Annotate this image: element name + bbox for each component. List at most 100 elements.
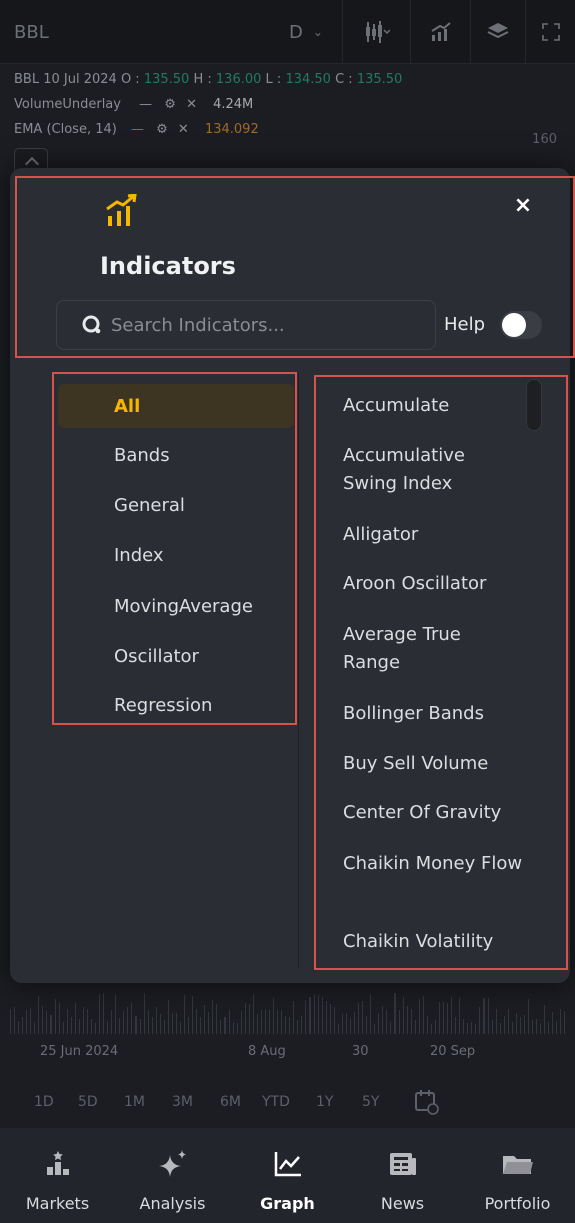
volume-bar <box>260 1010 262 1034</box>
indicator-item[interactable]: Alligator <box>343 521 523 549</box>
range-option[interactable]: 5Y <box>362 1094 379 1110</box>
nav-graph[interactable]: Graph <box>230 1128 345 1223</box>
indicator-item[interactable]: Aroon Oscillator <box>343 570 523 598</box>
layers-button[interactable] <box>470 0 525 64</box>
range-option[interactable]: 3M <box>172 1094 193 1110</box>
ema-legend: EMA (Close, 14) — ⚙ ✕ 134.092 <box>14 122 259 137</box>
analysis-icon <box>153 1146 193 1182</box>
volume-bar <box>353 1012 356 1034</box>
category-bands[interactable]: Bands <box>58 433 294 477</box>
ema-name: EMA (Close, 14) <box>14 122 117 137</box>
calendar-icon[interactable] <box>414 1088 440 1116</box>
indicator-item[interactable]: Average True Range <box>343 621 523 677</box>
volume-bar <box>329 1004 331 1034</box>
close-button[interactable]: × <box>508 190 538 220</box>
search-icon <box>82 315 101 334</box>
volume-bar <box>552 1012 554 1034</box>
volume-bar <box>273 998 275 1034</box>
volume-bar <box>103 993 105 1034</box>
volume-bar <box>155 1007 157 1034</box>
volume-bar <box>532 1020 534 1034</box>
ema-value: 134.092 <box>204 122 259 137</box>
category-oscillator[interactable]: Oscillator <box>58 634 294 678</box>
indicator-item[interactable]: Chaikin Money Flow <box>343 850 523 878</box>
volume-bar <box>540 1024 542 1034</box>
category-all[interactable]: All <box>58 384 294 428</box>
modal-title: Indicators <box>100 252 236 280</box>
indicator-item[interactable]: Accumulate <box>343 392 523 420</box>
volume-bar <box>483 998 485 1034</box>
remove-icon[interactable]: ✕ <box>178 122 189 137</box>
volume-bar <box>544 1005 546 1034</box>
news-icon <box>383 1146 423 1182</box>
category-general[interactable]: General <box>58 483 294 527</box>
gear-icon[interactable]: ⚙ <box>164 97 176 112</box>
volume-bar <box>459 998 461 1034</box>
open-value: 135.50 <box>143 72 190 87</box>
nav-label: Markets <box>25 1194 90 1213</box>
volume-bar <box>78 1019 80 1034</box>
help-toggle[interactable] <box>500 311 542 339</box>
volume-bar <box>503 1016 505 1034</box>
open-label: O : <box>120 72 140 87</box>
portfolio-icon <box>498 1146 538 1182</box>
indicators-icon <box>106 194 137 226</box>
volume-bar <box>337 1024 339 1034</box>
indicator-item[interactable]: Center Of Gravity <box>343 799 523 827</box>
nav-label: Portfolio <box>484 1194 551 1213</box>
volume-bar <box>196 1009 198 1034</box>
range-option[interactable]: 1M <box>124 1094 145 1110</box>
category-index[interactable]: Index <box>58 533 294 577</box>
volume-bar <box>305 1000 307 1034</box>
scrollbar[interactable] <box>526 379 542 431</box>
panel-divider <box>298 372 299 968</box>
volume-bar <box>378 1013 380 1034</box>
volume-bar <box>163 1020 165 1034</box>
remove-icon[interactable]: ✕ <box>186 97 197 112</box>
indicator-item[interactable]: Buy Sell Volume <box>343 750 523 778</box>
indicator-item[interactable]: Chaikin Volatility <box>343 928 523 956</box>
interval-dropdown[interactable]: D ⌄ <box>270 0 342 64</box>
search-field[interactable] <box>56 300 436 350</box>
indicators-button[interactable] <box>410 0 470 64</box>
fullscreen-icon <box>541 23 560 41</box>
volume-bar <box>269 1010 271 1034</box>
volume-bar <box>285 1016 287 1034</box>
gear-icon[interactable]: ⚙ <box>156 122 168 137</box>
volume-bar <box>317 995 319 1034</box>
symbol-label[interactable]: BBL <box>14 22 49 43</box>
nav-analysis[interactable]: Analysis <box>115 1128 230 1223</box>
indicator-item[interactable]: Bollinger Bands <box>343 700 523 728</box>
volume-bar <box>467 1023 469 1034</box>
volume-bar <box>556 1021 558 1034</box>
category-regression[interactable]: Regression <box>58 683 294 727</box>
range-option[interactable]: 6M <box>220 1094 241 1110</box>
range-option[interactable]: 5D <box>78 1094 98 1110</box>
low-value: 134.50 <box>285 72 331 87</box>
nav-news[interactable]: News <box>345 1128 460 1223</box>
nav-markets[interactable]: Markets <box>0 1128 115 1223</box>
volume-bar <box>54 999 56 1034</box>
volume-bar <box>418 999 420 1034</box>
volume-bar <box>333 1007 335 1034</box>
nav-label: Graph <box>260 1194 315 1213</box>
volume-bar <box>86 1009 88 1034</box>
range-option[interactable]: 1Y <box>316 1094 333 1110</box>
volume-bar <box>479 1007 481 1034</box>
volume-bar <box>14 1007 16 1034</box>
fullscreen-button[interactable] <box>525 0 575 64</box>
category-movingaverage[interactable]: MovingAverage <box>58 584 294 628</box>
range-option[interactable]: YTD <box>262 1094 290 1110</box>
range-option[interactable]: 1D <box>34 1094 54 1110</box>
volume-bar <box>74 1003 76 1034</box>
chart-type-button[interactable] <box>342 0 410 64</box>
search-input[interactable] <box>111 314 411 336</box>
volume-bar <box>511 1022 513 1034</box>
nav-portfolio[interactable]: Portfolio <box>460 1128 575 1223</box>
close-icon: × <box>513 192 533 218</box>
indicator-item[interactable]: Accumulative Swing Index <box>343 442 523 498</box>
volume-bar <box>244 1003 246 1034</box>
volume-bar <box>82 1007 84 1034</box>
volume-bar <box>192 996 194 1034</box>
volume-bar <box>188 1017 190 1034</box>
